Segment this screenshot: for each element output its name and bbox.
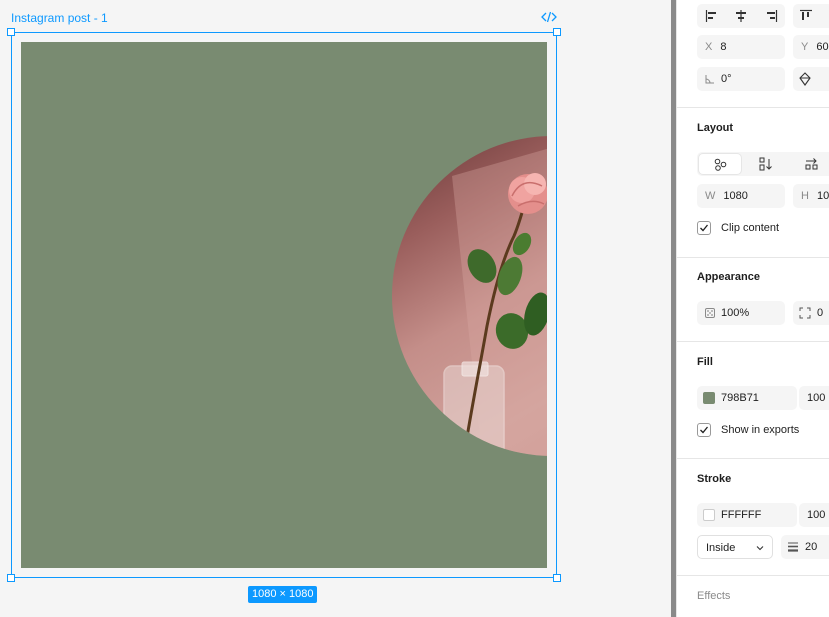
y-position-field[interactable]: Y 60 xyxy=(793,35,829,59)
show-in-exports-checkbox[interactable] xyxy=(697,423,711,437)
align-right-icon[interactable] xyxy=(764,9,778,23)
x-position-field[interactable]: X8 xyxy=(697,35,785,59)
align-left-icon[interactable] xyxy=(705,9,719,23)
opacity-icon xyxy=(705,308,715,318)
stroke-position-select[interactable]: Inside xyxy=(697,535,773,559)
section-divider xyxy=(677,458,829,459)
resize-handle-bottom-left[interactable] xyxy=(7,574,15,582)
resize-handle-top-left[interactable] xyxy=(7,28,15,36)
fill-opacity-field[interactable]: 100 xyxy=(799,386,829,410)
section-divider xyxy=(677,257,829,258)
layout-section-title: Layout xyxy=(697,122,734,134)
angle-icon xyxy=(705,75,714,84)
section-divider xyxy=(677,107,829,108)
checkmark-icon xyxy=(700,224,709,232)
chevron-down-icon xyxy=(756,546,764,551)
selection-outline xyxy=(11,32,557,578)
stroke-opacity-field[interactable]: 100 xyxy=(799,503,829,527)
stroke-weight-icon xyxy=(788,542,798,552)
fill-section-title: Fill xyxy=(697,356,713,368)
show-in-exports-label: Show in exports xyxy=(721,424,800,436)
vertical-layout-icon[interactable] xyxy=(759,157,773,171)
freeform-layout-icon xyxy=(714,158,727,171)
stroke-color-field[interactable]: FFFFFF xyxy=(697,503,797,527)
clip-content-label: Clip content xyxy=(721,222,780,234)
stroke-color-swatch[interactable] xyxy=(703,509,715,522)
height-field[interactable]: H 10 xyxy=(793,184,829,208)
fill-color-swatch[interactable] xyxy=(703,392,715,405)
resize-handle-top-right[interactable] xyxy=(553,28,561,36)
clip-content-checkbox[interactable] xyxy=(697,221,711,235)
width-field[interactable]: W 1080 xyxy=(697,184,785,208)
canvas[interactable]: Instagram post - 1 1080 × 1080 xyxy=(0,0,671,617)
frame-name-label[interactable]: Instagram post - 1 xyxy=(11,11,108,25)
effects-section-title[interactable]: Effects xyxy=(697,590,730,602)
fill-color-field[interactable]: 798B71 xyxy=(697,386,797,410)
layout-freeform-button[interactable] xyxy=(698,153,742,175)
section-divider xyxy=(677,341,829,342)
appearance-section-title: Appearance xyxy=(697,271,760,283)
size-badge: 1080 × 1080 xyxy=(248,586,318,603)
properties-panel: X8 Y 60 0° Layout W 1080 H 10 Clip content xyxy=(676,0,829,617)
opacity-field[interactable]: 100% xyxy=(697,301,785,325)
stroke-weight-field[interactable]: 20 xyxy=(781,535,829,559)
stroke-section-title: Stroke xyxy=(697,473,732,485)
flip-button[interactable] xyxy=(793,67,829,91)
corner-radius-field[interactable]: 0 xyxy=(793,301,829,325)
section-divider xyxy=(677,575,829,576)
rotation-field[interactable]: 0° xyxy=(697,67,785,91)
resize-handle-bottom-right[interactable] xyxy=(553,574,561,582)
align-center-icon[interactable] xyxy=(734,9,748,23)
code-icon[interactable] xyxy=(541,10,557,24)
horizontal-layout-icon[interactable] xyxy=(805,157,819,171)
corner-radius-icon xyxy=(799,307,811,319)
align-top-icon[interactable] xyxy=(799,9,813,23)
flip-icon xyxy=(799,72,811,86)
checkmark-icon xyxy=(700,426,709,434)
